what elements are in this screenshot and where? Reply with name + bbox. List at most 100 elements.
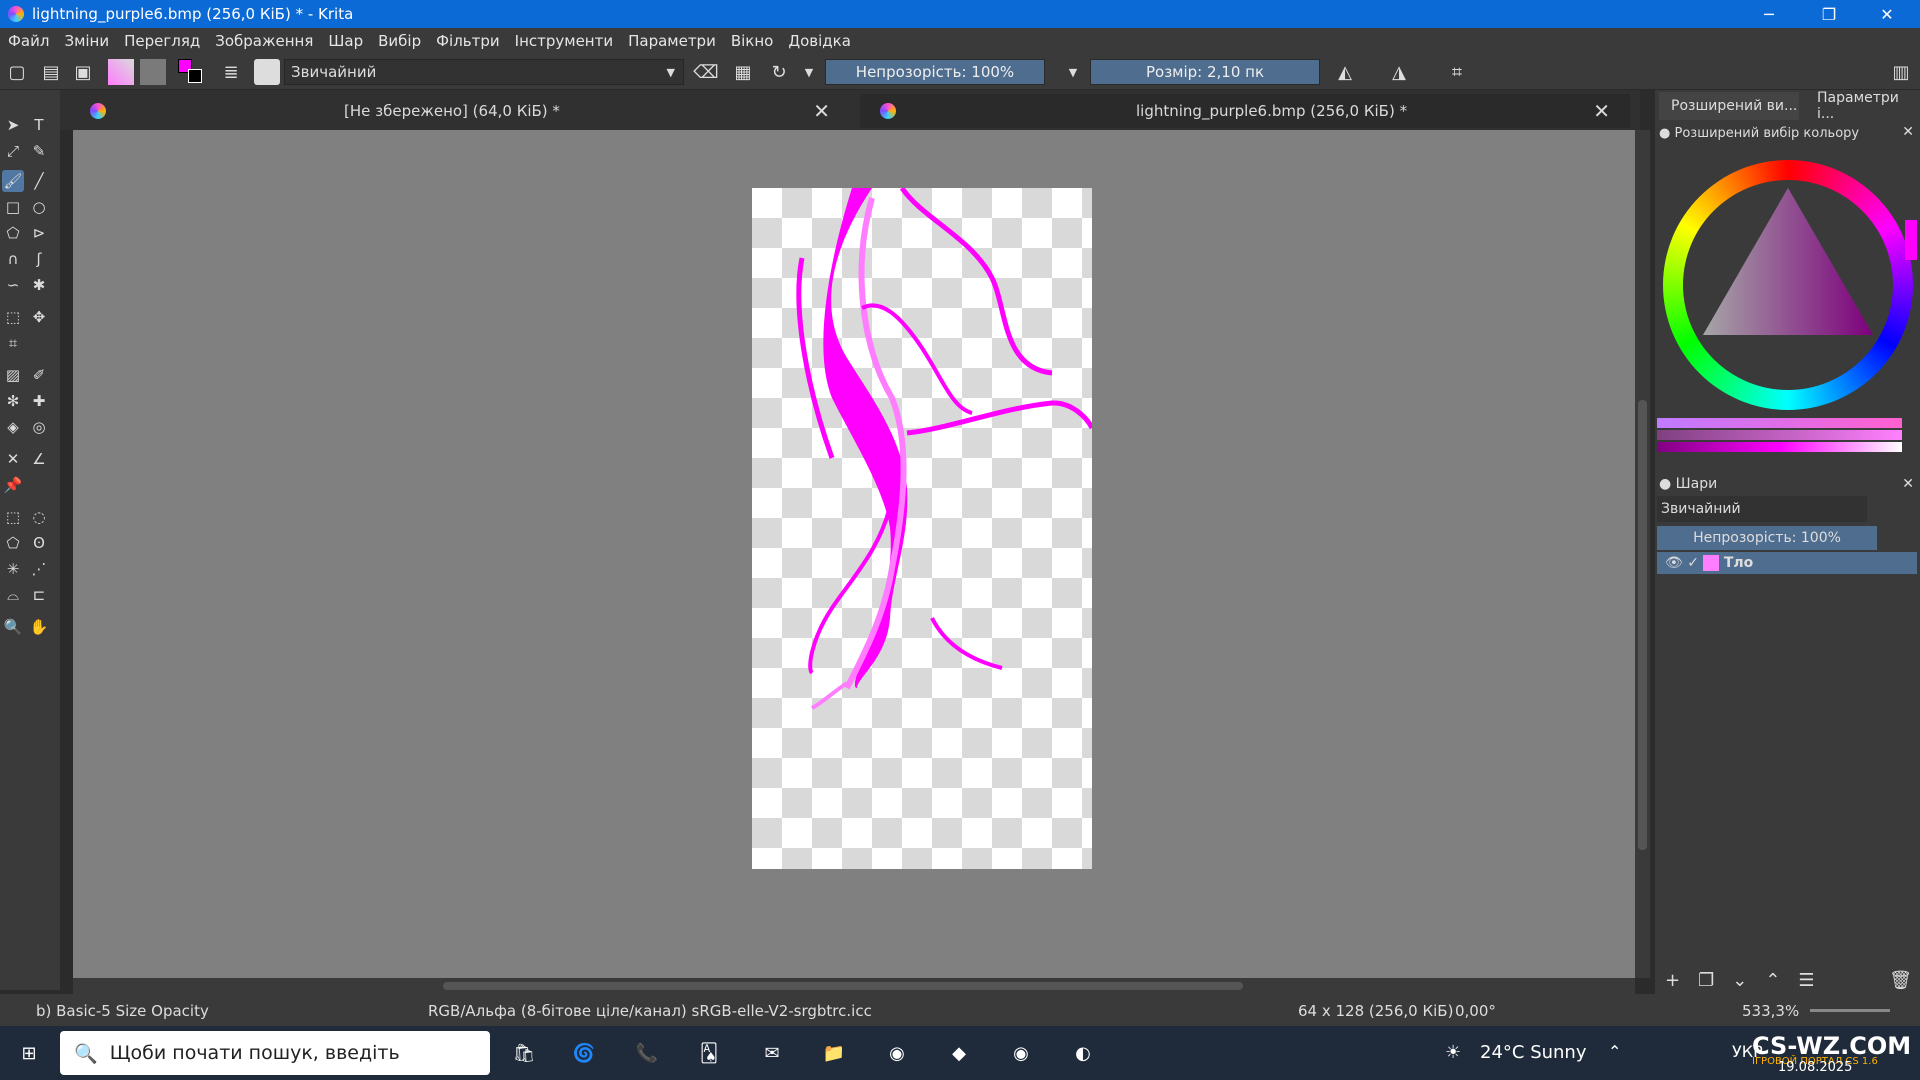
minimize-button[interactable]: ─ — [1740, 0, 1798, 28]
layer-opacity-slider[interactable]: Непрозорість: 100% — [1657, 526, 1877, 550]
open-document-icon[interactable]: ▤ — [38, 59, 64, 85]
horizontal-scrollbar[interactable] — [73, 978, 1635, 994]
size-slider[interactable]: Розмір: 2,10 пк — [1090, 59, 1320, 85]
opacity-dropdown-icon[interactable]: ▼ — [1060, 59, 1086, 85]
save-icon[interactable]: ▣ — [70, 59, 96, 85]
outlook-icon[interactable]: ✉ — [755, 1036, 789, 1070]
color-wheel[interactable] — [1663, 160, 1913, 410]
measure-tool-icon[interactable]: ∠ — [28, 448, 50, 470]
windows-start-icon[interactable]: ⊞ — [12, 1036, 46, 1070]
colorize-mask-icon[interactable]: ✻ — [2, 390, 24, 412]
wrap-around-icon[interactable]: ⌗ — [1444, 59, 1470, 85]
menu-image[interactable]: Зображення — [215, 32, 313, 50]
image-canvas[interactable] — [752, 186, 1095, 869]
close-docker-icon[interactable]: ✕ — [1902, 476, 1914, 492]
close-tab-icon[interactable]: ✕ — [813, 99, 830, 123]
edit-shape-icon[interactable]: ⤢ — [2, 140, 24, 162]
contiguous-select-icon[interactable]: ✳ — [2, 558, 24, 580]
mirror-horizontal-icon[interactable]: ◭ — [1332, 59, 1358, 85]
menu-help[interactable]: Довідка — [788, 32, 851, 50]
bezier-select-icon[interactable]: ⌓ — [2, 584, 24, 606]
polyline-tool-icon[interactable]: ⊳ — [28, 222, 50, 244]
freehand-path-icon[interactable]: ʃ — [28, 248, 50, 270]
transform-tool-icon[interactable]: ⬚ — [2, 306, 24, 328]
date-text[interactable]: 19.08.2025 — [1778, 1060, 1852, 1075]
tab-unsaved[interactable]: [Не збережено] (64,0 КіБ) * ✕ — [70, 94, 850, 128]
fg-bg-color-icon[interactable] — [178, 59, 204, 85]
move-tool-icon[interactable]: ✥ — [28, 306, 50, 328]
close-docker-icon[interactable]: ✕ — [1902, 124, 1914, 140]
new-document-icon[interactable]: ▢ — [4, 59, 30, 85]
close-button[interactable]: ✕ — [1858, 0, 1916, 28]
dynamic-brush-icon[interactable]: ∽ — [2, 274, 24, 296]
chrome-icon[interactable]: ◉ — [880, 1036, 914, 1070]
calligraphy-icon[interactable]: ✎ — [28, 140, 50, 162]
layer-row[interactable]: 👁 ✓ Тло — [1657, 552, 1917, 574]
blend-mode-select[interactable]: Звичайний ▼ — [284, 59, 684, 85]
magnetic-select-icon[interactable]: ⊏ — [28, 584, 50, 606]
edge-icon[interactable]: 🌀 — [567, 1036, 601, 1070]
polygon-tool-icon[interactable]: ⬠ — [2, 222, 24, 244]
reload-preset-icon[interactable]: ↻ — [766, 59, 792, 85]
pattern-preset-icon[interactable] — [140, 59, 166, 85]
lock-icon[interactable]: ● — [1659, 126, 1670, 141]
viber-icon[interactable]: 📞 — [630, 1036, 664, 1070]
assistant-tool-icon[interactable]: ✕ — [2, 448, 24, 470]
color-slider-2[interactable] — [1657, 430, 1902, 440]
similar-select-icon[interactable]: ⋰ — [28, 558, 50, 580]
smart-patch-icon[interactable]: ✚ — [28, 390, 50, 412]
add-layer-icon[interactable]: + — [1665, 970, 1680, 991]
freehand-brush-icon[interactable]: 🖌 — [2, 170, 24, 192]
polygon-select-icon[interactable]: ⬠ — [2, 532, 24, 554]
gradient-tool-icon[interactable]: ▨ — [2, 364, 24, 386]
alpha-lock-icon[interactable]: ▦ — [730, 59, 756, 85]
weather-text[interactable]: 24°C Sunny — [1480, 1042, 1587, 1063]
pan-tool-icon[interactable]: ✋ — [28, 616, 50, 638]
file-explorer-icon[interactable]: 📁 — [817, 1036, 851, 1070]
menu-tools[interactable]: Інструменти — [515, 32, 613, 50]
rect-select-icon[interactable]: ⬚ — [2, 506, 24, 528]
store-icon[interactable]: 🛍 — [507, 1036, 541, 1070]
close-tab-icon[interactable]: ✕ — [1593, 99, 1610, 123]
color-picker-icon[interactable]: ✐ — [28, 364, 50, 386]
fill-tool-icon[interactable]: ◈ — [2, 416, 24, 438]
ellipse-tool-icon[interactable]: ○ — [28, 196, 50, 218]
vertical-scrollbar[interactable] — [1635, 130, 1650, 978]
scroll-thumb[interactable] — [1638, 400, 1647, 850]
menu-window[interactable]: Вікно — [731, 32, 774, 50]
color-triangle[interactable] — [1663, 160, 1913, 410]
crop-tool-icon[interactable]: ⌗ — [2, 332, 24, 354]
move-down-icon[interactable]: ⌄ — [1732, 970, 1747, 991]
select-shape-icon[interactable]: ➤ — [2, 114, 24, 136]
eraser-icon[interactable]: ⌫ — [693, 59, 719, 85]
menu-view[interactable]: Перегляд — [124, 32, 200, 50]
line-tool-icon[interactable]: ╱ — [28, 170, 50, 192]
menu-filters[interactable]: Фільтри — [436, 32, 500, 50]
menu-layer[interactable]: Шар — [328, 32, 363, 50]
delete-layer-icon[interactable]: 🗑 — [1889, 970, 1912, 991]
text-tool-icon[interactable]: T — [28, 114, 50, 136]
ellipse-select-icon[interactable]: ◌ — [28, 506, 50, 528]
color-slider-3[interactable] — [1657, 442, 1902, 452]
search-box[interactable]: 🔍 Щоби почати пошук, введіть — [60, 1031, 490, 1075]
move-up-icon[interactable]: ⌃ — [1765, 970, 1780, 991]
zoom-tool-icon[interactable]: 🔍 — [2, 616, 24, 638]
maximize-button[interactable]: ❐ — [1800, 0, 1858, 28]
multibrush-icon[interactable]: ✱ — [28, 274, 50, 296]
scroll-thumb[interactable] — [443, 982, 1243, 990]
bezier-tool-icon[interactable]: ∩ — [2, 248, 24, 270]
docker-tab-color[interactable]: Розширений ви... — [1659, 92, 1799, 120]
reference-tool-icon[interactable]: 📌 — [2, 474, 24, 496]
rectangle-tool-icon[interactable]: □ — [2, 196, 24, 218]
weather-icon[interactable]: ☀ — [1445, 1042, 1461, 1063]
menu-select[interactable]: Вибір — [378, 32, 421, 50]
chrome-profile-icon[interactable]: ◉ — [1004, 1036, 1038, 1070]
krita-taskbar-icon[interactable]: ◐ — [1066, 1036, 1100, 1070]
menu-edit[interactable]: Зміни — [64, 32, 109, 50]
brush-preset-icon[interactable] — [254, 59, 280, 85]
zoom-slider[interactable] — [1810, 1009, 1890, 1012]
color-history-swatch[interactable] — [1905, 220, 1917, 260]
app-icon[interactable]: ◆ — [942, 1036, 976, 1070]
solitaire-icon[interactable]: 🂡 — [692, 1036, 726, 1070]
lock-icon[interactable]: ● — [1659, 476, 1671, 492]
